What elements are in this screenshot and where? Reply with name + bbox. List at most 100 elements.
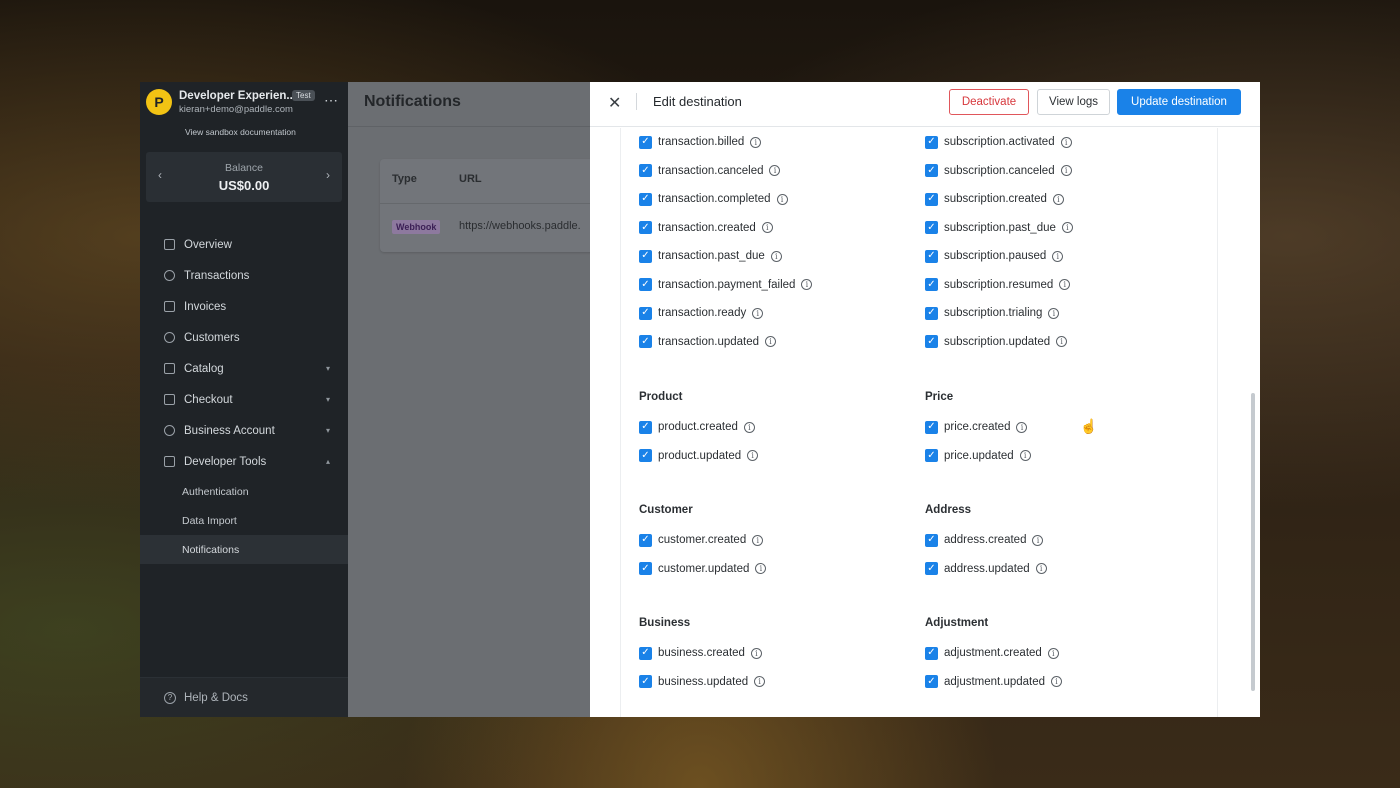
- info-icon[interactable]: i: [1060, 136, 1072, 148]
- event-option[interactable]: ✓ adjustment.created i: [925, 639, 1195, 668]
- drawer-body[interactable]: ✓ transaction.billed i ✓ transaction.cancel…: [590, 128, 1260, 717]
- checkbox[interactable]: ✓: [639, 278, 652, 292]
- checkbox[interactable]: ✓: [925, 675, 938, 689]
- info-icon[interactable]: i: [1035, 563, 1047, 575]
- event-option[interactable]: ✓ subscription.resumed i: [925, 271, 1195, 300]
- sandbox-docs-link[interactable]: View sandbox documentation: [185, 127, 296, 137]
- event-option[interactable]: ✓ transaction.canceled i: [639, 157, 909, 186]
- sidebar-item-checkout[interactable]: Checkout ▾: [140, 384, 348, 415]
- sidebar-item-authentication[interactable]: Authentication: [140, 477, 348, 506]
- sidebar-item-invoices[interactable]: Invoices: [140, 291, 348, 322]
- checkbox[interactable]: ✓: [639, 562, 652, 576]
- more-options-icon[interactable]: ⋯: [324, 92, 339, 109]
- scrollbar[interactable]: [1249, 128, 1259, 717]
- info-icon[interactable]: i: [1052, 250, 1064, 262]
- event-option[interactable]: ✓ subscription.paused i: [925, 242, 1195, 271]
- info-icon[interactable]: i: [750, 136, 762, 148]
- destination-url[interactable]: https://webhooks.paddle.: [459, 220, 581, 232]
- info-icon[interactable]: i: [776, 193, 788, 205]
- scrollbar-thumb[interactable]: [1251, 393, 1255, 691]
- help-docs-link[interactable]: ? Help & Docs: [140, 677, 348, 717]
- checkbox[interactable]: ✓: [639, 449, 652, 463]
- info-icon[interactable]: i: [754, 676, 766, 688]
- checkbox[interactable]: ✓: [925, 306, 938, 320]
- info-icon[interactable]: i: [750, 647, 762, 659]
- info-icon[interactable]: i: [747, 450, 759, 462]
- sidebar-item-data-import[interactable]: Data Import: [140, 506, 348, 535]
- event-option[interactable]: ✓ subscription.created i: [925, 185, 1195, 214]
- checkbox[interactable]: ✓: [925, 278, 938, 292]
- info-icon[interactable]: i: [765, 336, 777, 348]
- event-option[interactable]: ✓ adjustment.updated i: [925, 668, 1195, 697]
- info-icon[interactable]: i: [801, 279, 813, 291]
- chevron-right-icon[interactable]: ›: [326, 168, 330, 182]
- info-icon[interactable]: i: [769, 165, 781, 177]
- event-option[interactable]: ✓ price.updated i: [925, 442, 1195, 471]
- sidebar-item-catalog[interactable]: Catalog ▾: [140, 353, 348, 384]
- event-option[interactable]: ✓ subscription.updated i: [925, 328, 1195, 357]
- checkbox[interactable]: ✓: [639, 306, 652, 320]
- checkbox[interactable]: ✓: [925, 562, 938, 576]
- event-option[interactable]: ✓ product.updated i: [639, 442, 909, 471]
- checkbox[interactable]: ✓: [639, 192, 652, 206]
- checkbox[interactable]: ✓: [639, 646, 652, 660]
- checkbox[interactable]: ✓: [925, 335, 938, 349]
- checkbox[interactable]: ✓: [639, 164, 652, 178]
- event-option[interactable]: ✓ business.updated i: [639, 668, 909, 697]
- event-option[interactable]: ✓ transaction.payment_failed i: [639, 271, 909, 300]
- checkbox[interactable]: ✓: [925, 646, 938, 660]
- info-icon[interactable]: i: [761, 222, 773, 234]
- event-option[interactable]: ✓ subscription.past_due i: [925, 214, 1195, 243]
- info-icon[interactable]: i: [1019, 450, 1031, 462]
- sidebar-item-developer-tools[interactable]: Developer Tools ▴: [140, 446, 348, 477]
- info-icon[interactable]: i: [770, 250, 782, 262]
- info-icon[interactable]: i: [1047, 647, 1059, 659]
- checkbox[interactable]: ✓: [639, 533, 652, 547]
- sidebar-item-overview[interactable]: Overview: [140, 229, 348, 260]
- checkbox[interactable]: ✓: [925, 449, 938, 463]
- checkbox[interactable]: ✓: [639, 249, 652, 263]
- info-icon[interactable]: i: [1060, 165, 1072, 177]
- info-icon[interactable]: i: [1052, 193, 1064, 205]
- info-icon[interactable]: i: [1048, 307, 1060, 319]
- update-destination-button[interactable]: Update destination: [1117, 89, 1241, 115]
- checkbox[interactable]: ✓: [639, 675, 652, 689]
- checkbox[interactable]: ✓: [925, 192, 938, 206]
- checkbox[interactable]: ✓: [925, 249, 938, 263]
- event-option[interactable]: ✓ transaction.ready i: [639, 299, 909, 328]
- event-option[interactable]: ✓ subscription.activated i: [925, 128, 1195, 157]
- checkbox[interactable]: ✓: [925, 533, 938, 547]
- info-icon[interactable]: i: [743, 421, 755, 433]
- info-icon[interactable]: i: [1032, 534, 1044, 546]
- view-logs-button[interactable]: View logs: [1037, 89, 1110, 115]
- checkbox[interactable]: ✓: [925, 420, 938, 434]
- info-icon[interactable]: i: [1051, 676, 1063, 688]
- event-option[interactable]: ✓ customer.created i: [639, 526, 909, 555]
- event-option[interactable]: ✓ transaction.past_due i: [639, 242, 909, 271]
- event-option[interactable]: ✓ transaction.created i: [639, 214, 909, 243]
- checkbox[interactable]: ✓: [639, 335, 652, 349]
- info-icon[interactable]: i: [1016, 421, 1028, 433]
- event-option[interactable]: ✓ subscription.trialing i: [925, 299, 1195, 328]
- account-switcher[interactable]: P Developer Experien... Test kieran+demo…: [146, 86, 342, 137]
- info-icon[interactable]: i: [1056, 336, 1068, 348]
- info-icon[interactable]: i: [1061, 222, 1073, 234]
- event-option[interactable]: ✓ address.created i: [925, 526, 1195, 555]
- checkbox[interactable]: ✓: [639, 420, 652, 434]
- checkbox[interactable]: ✓: [925, 221, 938, 235]
- info-icon[interactable]: i: [755, 563, 767, 575]
- checkbox[interactable]: ✓: [639, 221, 652, 235]
- sidebar-item-business-account[interactable]: Business Account ▾: [140, 415, 348, 446]
- event-option[interactable]: ✓ product.created i: [639, 413, 909, 442]
- checkbox[interactable]: ✓: [925, 135, 938, 149]
- info-icon[interactable]: i: [752, 307, 764, 319]
- event-option[interactable]: ✓ subscription.canceled i: [925, 157, 1195, 186]
- close-icon[interactable]: ✕: [608, 93, 621, 113]
- info-icon[interactable]: i: [1059, 279, 1071, 291]
- event-option[interactable]: ✓ price.created i: [925, 413, 1195, 442]
- deactivate-button[interactable]: Deactivate: [949, 89, 1029, 115]
- event-option[interactable]: ✓ transaction.updated i: [639, 328, 909, 357]
- checkbox[interactable]: ✓: [639, 135, 652, 149]
- event-option[interactable]: ✓ transaction.billed i: [639, 128, 909, 157]
- event-option[interactable]: ✓ business.created i: [639, 639, 909, 668]
